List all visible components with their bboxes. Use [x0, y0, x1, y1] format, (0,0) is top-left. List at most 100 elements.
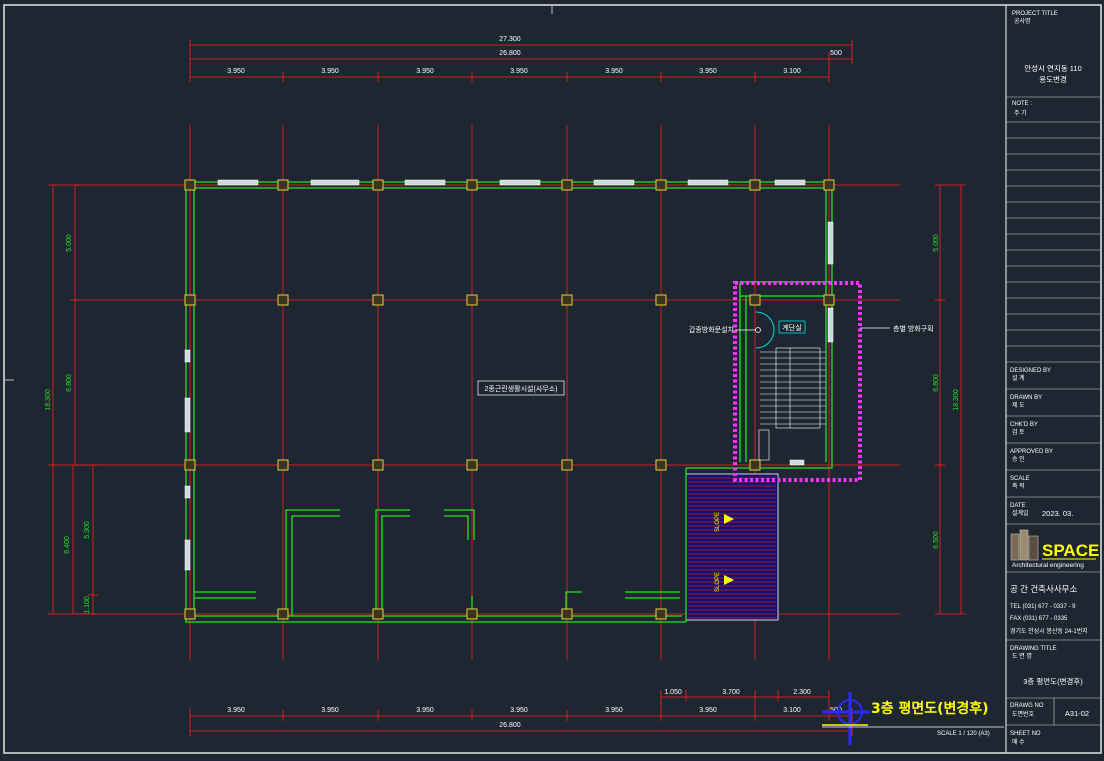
tb-designed-kr: 설 계 — [1012, 374, 1025, 382]
column — [749, 179, 761, 191]
tb-drawn-label: DRAWN BY — [1010, 395, 1042, 401]
dim-left-total: 18.300 — [45, 389, 52, 411]
column — [655, 294, 667, 306]
column — [466, 179, 478, 191]
stair-label: 계단실 — [782, 323, 801, 332]
tb-firm-fax: FAX (031) 677 - 0335 — [1010, 616, 1068, 622]
column — [277, 608, 289, 620]
bottom-drawing-scale: SCALE 1 / 120 (A3) — [937, 731, 990, 737]
column — [561, 608, 573, 620]
bottom-drawing-title: 3층 평면도(변경후) — [871, 700, 989, 717]
column — [184, 179, 196, 191]
column — [655, 608, 667, 620]
dim-bottom-bays: 3.950 3.950 3.950 3.950 3.950 3.950 3.10… — [227, 707, 801, 714]
dim-bottom-bay: 3.950 — [227, 707, 245, 714]
dim-bottom-bay: 3.950 — [510, 707, 528, 714]
tb-project-title-kr: 공사명 — [1014, 17, 1031, 25]
dim-right-part: 5.000 — [933, 234, 940, 252]
dim-top-bay: 3.950 — [416, 68, 434, 75]
tb-checked-label: CHK'D BY — [1010, 422, 1038, 428]
dim-bottom-sub: 1.050 — [664, 689, 682, 696]
dim-top-overall: 27.300 — [499, 36, 521, 43]
logo-text: SPACE — [1042, 541, 1099, 560]
floor-plan-canvas: 27.300 26.800 500 3.950 3.950 3.950 3.95… — [3, 4, 1102, 754]
stair — [755, 311, 826, 461]
tb-drawn-kr: 제 도 — [1012, 401, 1025, 409]
slope-label-lower: SLOPE — [715, 572, 721, 592]
tb-date-kr: 설계일 — [1012, 509, 1029, 517]
column — [561, 294, 573, 306]
tb-project-name-1: 안성시 연지동 110 — [1024, 63, 1082, 73]
column — [466, 459, 478, 471]
tb-date-label: DATE — [1010, 503, 1026, 509]
logo-mark-1 — [1010, 533, 1020, 561]
tb-dwg-no-value: A31-02 — [1065, 709, 1089, 718]
dim-bottom-bay: 3.100 — [783, 707, 801, 714]
column — [184, 459, 196, 471]
tb-firm-tel: TEL (031) 677 - 0337 - 9 — [1010, 604, 1076, 610]
dim-bottom-bay: 3.950 — [699, 707, 717, 714]
tb-drawing-title-kr: 도 면 명 — [1012, 652, 1032, 660]
dim-bottom-sub: 2.300 — [793, 689, 811, 696]
column — [561, 179, 573, 191]
fire-door-marker — [755, 327, 761, 333]
tb-note-label: NOTE : — [1012, 101, 1032, 107]
tb-designed-label: DESIGNED BY — [1010, 368, 1051, 374]
dim-right-total: 18.300 — [953, 389, 960, 411]
dim-bottom-sub: 3.700 — [722, 689, 740, 696]
tb-scale-label: SCALE — [1010, 476, 1030, 482]
drawing-title-mark — [822, 692, 1004, 745]
tb-dwg-no-label: DRAWG NO — [1010, 703, 1044, 709]
dim-top-bay: 3.950 — [605, 68, 623, 75]
dim-left-low: 5.300 — [84, 521, 91, 539]
column — [823, 294, 835, 306]
tb-dwg-no-kr: 도면번호 — [1012, 710, 1035, 718]
dim-top-bays: 3.950 3.950 3.950 3.950 3.950 3.950 3.10… — [227, 68, 801, 75]
dim-bottom-bay: 3.950 — [321, 707, 339, 714]
tb-note-kr: 주 기 — [1014, 109, 1027, 117]
column — [561, 459, 573, 471]
tb-date-value: 2023. 03. — [1042, 509, 1073, 518]
dim-bottom-bay: 3.950 — [605, 707, 623, 714]
column — [372, 608, 384, 620]
column — [372, 294, 384, 306]
logo-subtext: Architectural engineering — [1012, 562, 1084, 569]
tb-sheet-no-kr: 매 수 — [1012, 738, 1025, 746]
tb-scale-kr: 축 적 — [1012, 482, 1025, 490]
tb-project-name-2: 용도변경 — [1039, 74, 1067, 84]
dim-bottom-total: 26.800 — [499, 722, 521, 729]
column — [655, 179, 667, 191]
dim-bottom-bay: 3.950 — [416, 707, 434, 714]
column — [655, 459, 667, 471]
tb-drawing-title-value: 3층 평면도(변경후) — [1023, 676, 1083, 686]
column — [372, 459, 384, 471]
room-label: 2종근린생활시설(사무소) — [485, 384, 558, 393]
tb-drawing-title-label: DRAWING TITLE — [1010, 646, 1057, 652]
column — [466, 608, 478, 620]
dim-top-bay: 3.950 — [699, 68, 717, 75]
dim-top-bay: 3.950 — [227, 68, 245, 75]
column — [823, 179, 835, 191]
column — [277, 179, 289, 191]
tb-firm-name: 공 간 건축사사무소 — [1010, 584, 1077, 594]
stair-landing — [758, 429, 770, 461]
top-dimension-lines — [189, 40, 853, 82]
tb-sheet-no-label: SHEET NO — [1010, 731, 1041, 737]
dim-left-low: 1.100 — [84, 596, 91, 614]
dim-top-bay: 3.950 — [321, 68, 339, 75]
column — [466, 294, 478, 306]
dim-top-bay: 3.950 — [510, 68, 528, 75]
stair-treads — [760, 351, 826, 425]
dim-left-low: 6.400 — [64, 536, 71, 554]
column — [372, 179, 384, 191]
column — [749, 459, 761, 471]
cad-drawing-viewport[interactable]: 27.300 26.800 500 3.950 3.950 3.950 3.95… — [0, 0, 1104, 761]
slope-label-upper: SLOPE — [715, 512, 721, 532]
column — [184, 608, 196, 620]
right-note-label: 층별 방화구획 — [893, 324, 934, 333]
left-note-label: 갑종방화문설치 — [689, 325, 734, 334]
ramp-area: SLOPE SLOPE — [685, 473, 779, 621]
dim-right-part: 6.500 — [933, 531, 940, 549]
dim-top-sub: 26.800 — [499, 50, 521, 57]
column — [749, 294, 761, 306]
